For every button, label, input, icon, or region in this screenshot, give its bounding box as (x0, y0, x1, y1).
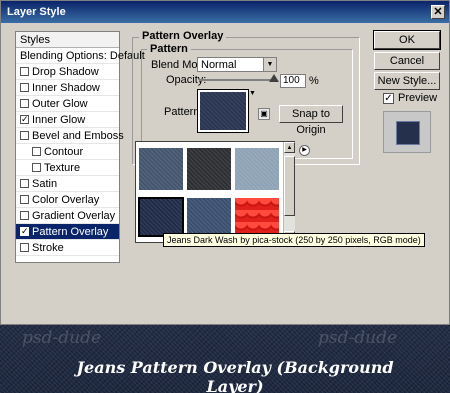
new-preset-icon[interactable]: ▣ (258, 108, 270, 120)
styles-list: Styles Blending Options: Default Drop Sha… (15, 31, 145, 263)
styles-item[interactable]: Bevel and Emboss (16, 128, 124, 144)
jeans-pattern-preview (200, 92, 246, 130)
styles-header[interactable]: Styles (16, 32, 119, 48)
style-checkbox[interactable] (20, 211, 29, 220)
styles-item-label: Drop Shadow (32, 66, 99, 78)
title-bar: Layer Style ✕ (1, 1, 449, 23)
scroll-thumb[interactable] (284, 156, 295, 216)
styles-item-label: Blending Options: Default (20, 50, 145, 62)
scroll-up-icon[interactable]: ▲ (284, 142, 295, 153)
snap-to-origin-button[interactable]: Snap to Origin (279, 105, 343, 136)
watermark-left: psd-dude (22, 328, 102, 348)
new-style-button[interactable]: New Style... (374, 72, 440, 90)
styles-item[interactable]: Color Overlay (16, 192, 119, 208)
dialog-title: Layer Style (7, 6, 66, 18)
pattern-tile[interactable] (138, 147, 184, 191)
opacity-slider-thumb[interactable] (269, 74, 279, 82)
ok-button[interactable]: OK (373, 30, 441, 50)
layer-style-dialog: Layer Style ✕ Styles Blending Options: D… (0, 0, 450, 325)
picker-scrollbar[interactable]: ▲ ▼ (283, 142, 295, 242)
pattern-tile[interactable] (186, 197, 232, 237)
styles-item-label: Gradient Overlay (32, 210, 116, 222)
style-checkbox[interactable] (32, 147, 41, 156)
style-checkbox[interactable] (20, 131, 29, 140)
styles-item[interactable]: Stroke (16, 240, 119, 256)
pattern-tile[interactable] (186, 147, 232, 191)
cancel-button[interactable]: Cancel (374, 52, 440, 70)
style-checkbox[interactable]: ✓ (20, 115, 29, 124)
close-icon[interactable]: ✕ (431, 5, 445, 19)
styles-item-label: Stroke (32, 242, 64, 254)
style-preview (383, 111, 431, 153)
styles-item[interactable]: Drop Shadow (16, 64, 119, 80)
pattern-tooltip: Jeans Dark Wash by pica-stock (250 by 25… (163, 233, 425, 247)
styles-item[interactable]: Outer Glow (16, 96, 119, 112)
chevron-down-icon[interactable]: ▼ (263, 58, 276, 71)
style-preview-square (396, 121, 420, 145)
style-checkbox[interactable] (20, 195, 29, 204)
picker-menu-icon[interactable]: ▶ (299, 145, 310, 156)
styles-item-label: Inner Shadow (32, 82, 100, 94)
preview-label: Preview (398, 92, 438, 104)
pattern-tile[interactable] (234, 197, 280, 237)
panel-title: Pattern Overlay (139, 30, 227, 42)
blend-mode-select[interactable]: Normal ▼ (197, 57, 277, 72)
pattern-dropdown-arrow-icon[interactable]: ▼ (249, 89, 256, 133)
style-checkbox[interactable] (20, 179, 29, 188)
style-checkbox[interactable]: ✓ (20, 227, 29, 236)
style-checkbox[interactable] (32, 163, 41, 172)
pattern-tile[interactable] (234, 147, 280, 191)
styles-item-label: Contour (44, 146, 84, 158)
styles-item[interactable]: Gradient Overlay (16, 208, 119, 224)
styles-item[interactable]: Satin (16, 176, 119, 192)
pattern-tile[interactable] (138, 197, 184, 237)
styles-item[interactable]: Blending Options: Default (16, 48, 145, 64)
style-checkbox[interactable] (20, 83, 29, 92)
style-checkbox[interactable] (20, 99, 29, 108)
styles-item[interactable]: ✓ Pattern Overlay (16, 224, 119, 240)
styles-item[interactable]: Texture (16, 160, 119, 176)
styles-item[interactable]: ✓ Inner Glow (16, 112, 119, 128)
pattern-swatch[interactable] (197, 89, 249, 133)
pattern-section-title: Pattern (147, 43, 191, 55)
watermark-right: psd-dude (318, 328, 398, 348)
style-checkbox[interactable] (20, 67, 29, 76)
opacity-input[interactable]: 100 (280, 74, 306, 88)
styles-item-label: Pattern Overlay (32, 226, 109, 238)
opacity-slider[interactable] (199, 79, 275, 81)
styles-item[interactable]: Contour (16, 144, 119, 160)
styles-item[interactable]: Inner Shadow (16, 80, 119, 96)
preview-checkbox[interactable]: ✓ (383, 93, 394, 104)
style-checkbox[interactable] (20, 243, 29, 252)
caption: Jeans Pattern Overlay (Background Layer) (76, 358, 394, 393)
opacity-unit: % (309, 75, 319, 87)
styles-item-label: Satin (32, 178, 58, 190)
styles-item-label: Bevel and Emboss (32, 130, 124, 142)
styles-item-label: Inner Glow (32, 114, 86, 126)
styles-item-label: Outer Glow (32, 98, 88, 110)
styles-item-label: Texture (44, 162, 81, 174)
blend-mode-value: Normal (201, 59, 237, 71)
pattern-picker: ▲ ▼ (135, 141, 295, 243)
styles-item-label: Color Overlay (32, 194, 100, 206)
